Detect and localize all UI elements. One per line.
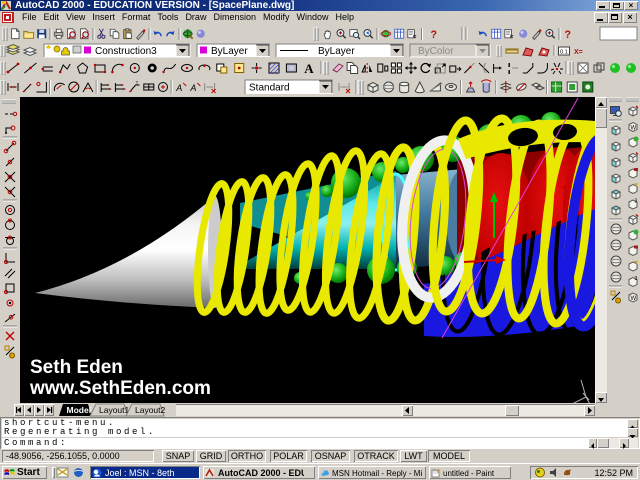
svg-text:www.SethEden.com: www.SethEden.com bbox=[29, 378, 211, 399]
svg-text:Seth Eden: Seth Eden bbox=[30, 357, 123, 378]
svg-text:Layout1: Layout1 bbox=[99, 405, 130, 415]
svg-text:ByLayer: ByLayer bbox=[211, 46, 248, 57]
svg-text:Model: Model bbox=[67, 405, 92, 415]
svg-text:Construction3: Construction3 bbox=[95, 46, 157, 57]
svg-text:ByColor: ByColor bbox=[418, 46, 454, 57]
svg-text:ByLayer: ByLayer bbox=[318, 46, 355, 57]
svg-text:Standard: Standard bbox=[249, 83, 290, 94]
svg-text:Layout2: Layout2 bbox=[135, 405, 166, 415]
